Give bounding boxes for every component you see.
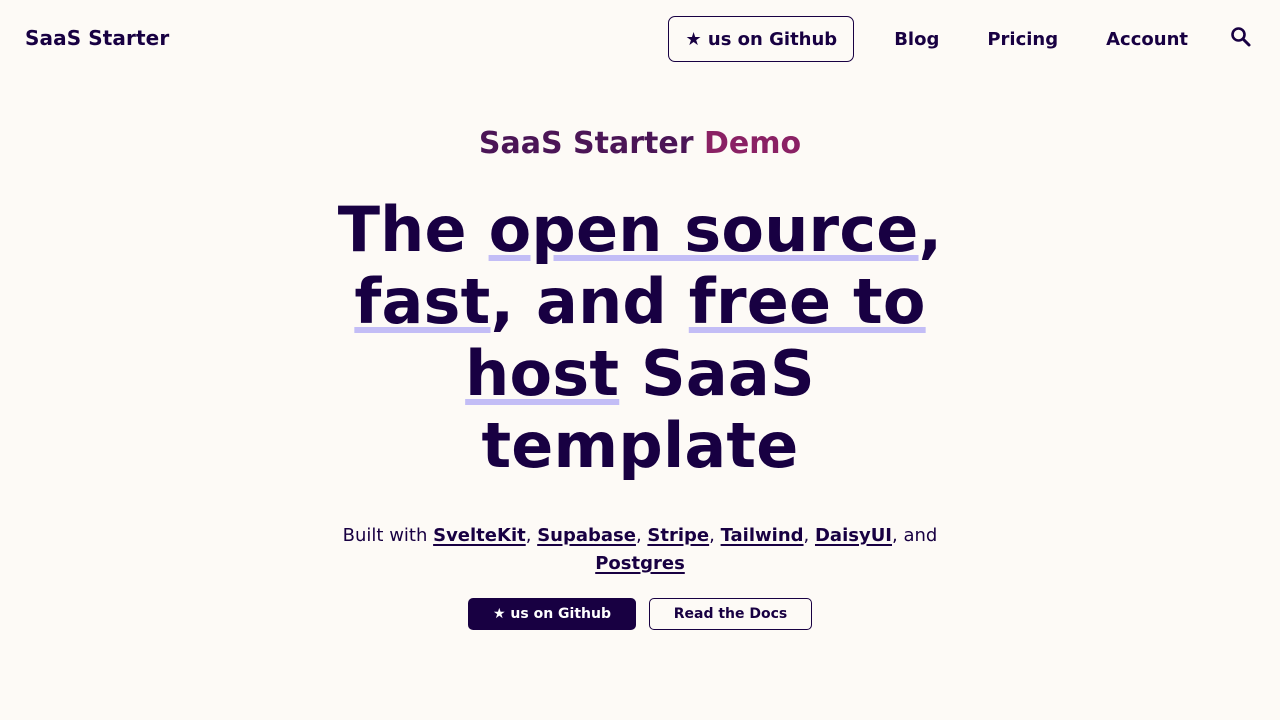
built-with-text: Built with SvelteKit, Supabase, Stripe , … xyxy=(340,522,940,578)
separator: , xyxy=(525,525,538,546)
eyebrow-product: SaaS Starter xyxy=(478,126,704,161)
link-tailwind[interactable]: Tailwind xyxy=(721,525,804,546)
link-supabase[interactable]: Supabase xyxy=(537,525,636,546)
hero-headline: The open source, fast, and free to host … xyxy=(330,194,950,482)
separator: , xyxy=(635,525,648,546)
separator: , xyxy=(709,525,721,546)
separator: , xyxy=(803,525,815,546)
hero-eyebrow: SaaS Starter Demo xyxy=(0,122,1280,166)
search-icon[interactable] xyxy=(1230,26,1252,48)
read-docs-button[interactable]: Read the Docs xyxy=(649,598,812,630)
top-navbar: SaaS Starter ★ us on Github Blog Pricing… xyxy=(0,0,1280,78)
nav-link-account[interactable]: Account xyxy=(1106,29,1188,50)
eyebrow-demo: Demo xyxy=(703,126,802,161)
headline-highlight-open-source: open source xyxy=(488,193,919,266)
cta-row: ★ us on Github Read the Docs xyxy=(0,598,1280,630)
link-sveltekit[interactable]: SvelteKit xyxy=(433,525,526,546)
github-star-nav-button[interactable]: ★ us on Github xyxy=(668,16,855,62)
nav-link-pricing[interactable]: Pricing xyxy=(987,29,1058,50)
hero-section: SaaS Starter Demo The open source, fast,… xyxy=(0,122,1280,630)
nav-right: ★ us on Github Blog Pricing Account xyxy=(668,16,1252,62)
github-star-button[interactable]: ★ us on Github xyxy=(468,598,636,630)
nav-link-blog[interactable]: Blog xyxy=(894,29,939,50)
headline-text: The xyxy=(337,193,489,266)
link-stripe[interactable]: Stripe xyxy=(647,525,709,546)
brand-link[interactable]: SaaS Starter xyxy=(25,26,169,50)
headline-highlight-fast: fast xyxy=(354,265,491,338)
headline-text: , xyxy=(918,193,943,266)
link-daisyui[interactable]: DaisyUI xyxy=(815,525,892,546)
separator-and: , and xyxy=(892,525,938,546)
built-with-prefix: Built with xyxy=(342,525,434,546)
link-postgres[interactable]: Postgres xyxy=(595,553,685,574)
headline-text: , and xyxy=(490,265,689,338)
